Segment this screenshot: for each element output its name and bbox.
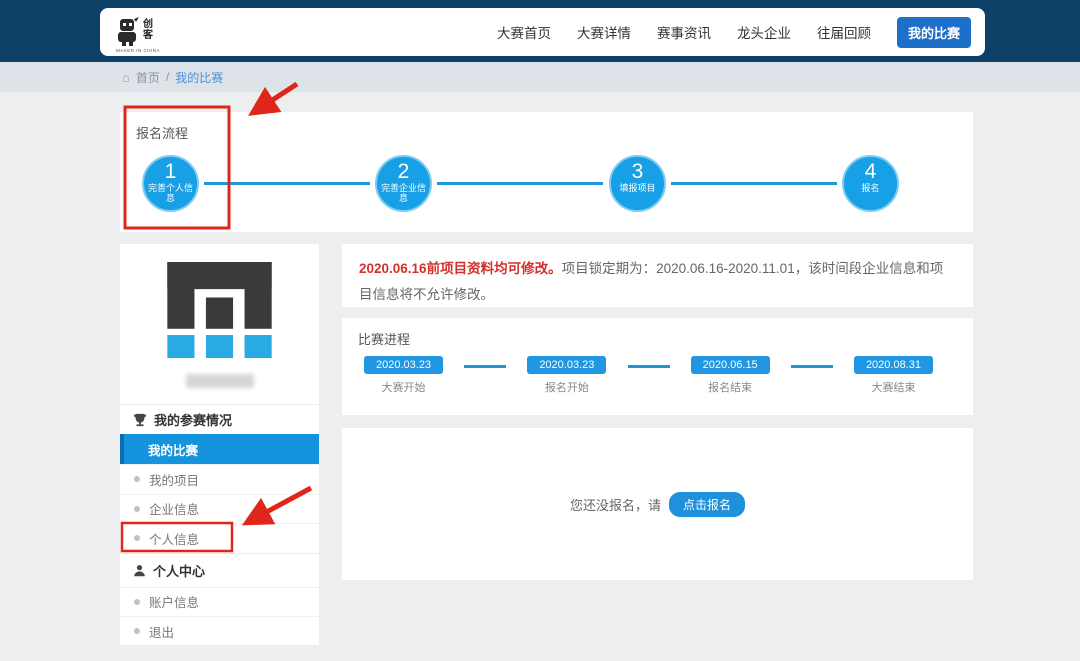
milestone-date: 2020.08.31 [854,356,933,374]
avatar [162,262,277,358]
milestone-label: 报名开始 [545,379,589,395]
milestone-label: 大赛结束 [871,379,915,395]
step-1: 1 完善个人信息 [142,155,199,212]
bullet-icon [134,535,140,541]
step-label: 完善个人信息 [144,183,197,203]
nav-item-enterprises[interactable]: 龙头企业 [737,22,791,42]
timeline-dash [628,365,670,368]
bullet-icon [134,628,140,634]
sidebar-item-label: 账户信息 [149,592,199,611]
registration-message: 您还没报名，请 [570,495,661,514]
step-3: 3 填报项目 [609,155,666,212]
milestone-label: 报名结束 [708,379,752,395]
registration-process-panel: 报名流程 1 完善个人信息 2 完善企业信息 3 填报项目 4 报名 [120,112,973,232]
breadcrumb-separator: / [166,70,169,84]
nav-item-review[interactable]: 往届回顾 [817,22,871,42]
maker-robot-icon [114,17,140,47]
sidebar-menu: 我的参赛情况 我的比赛 我的项目 企业信息 个人信息 个人中心 账户信息 [120,404,319,646]
site-logo[interactable]: 创客 [114,17,155,47]
step-4: 4 报名 [842,155,899,212]
sidebar-item-personal-info[interactable]: 个人信息 [120,523,319,553]
click-to-register-button[interactable]: 点击报名 [669,492,745,517]
milestone-date: 2020.03.23 [364,356,443,374]
my-match-button[interactable]: 我的比赛 [897,17,971,48]
step-label: 完善企业信息 [377,183,430,203]
milestone-date: 2020.03.23 [527,356,606,374]
step-number: 2 [377,161,430,182]
step-number: 1 [144,161,197,182]
sidebar-item-account-info[interactable]: 账户信息 [120,587,319,617]
bullet-icon [134,599,140,605]
user-icon [133,564,146,577]
timeline-dash [464,365,506,368]
bullet-icon [134,476,140,482]
step-connector [437,182,603,185]
timeline-title: 比赛进程 [358,329,410,348]
nav-item-home[interactable]: 大赛首页 [497,22,551,42]
nav-item-details[interactable]: 大赛详情 [577,22,631,42]
sidebar-item-logout[interactable]: 退出 [120,616,319,646]
step-connector [204,182,370,185]
registration-panel: 您还没报名，请 点击报名 [342,428,973,580]
milestone-signup-end: 2020.06.15 报名结束 [691,356,770,395]
breadcrumb-current: 我的比赛 [175,69,223,86]
sidebar-item-company-info[interactable]: 企业信息 [120,494,319,524]
sidebar-section-participation: 我的参赛情况 [120,404,319,434]
step-number: 4 [844,161,897,182]
sidebar-item-label: 企业信息 [149,499,199,518]
logo-tagline: MAKER IN CHINA [116,48,160,53]
timeline-dash [791,365,833,368]
username-redacted [186,374,254,388]
sidebar-section-title: 我的参赛情况 [154,410,232,429]
milestone-label: 大赛开始 [382,379,426,395]
sidebar-section-personal-center: 个人中心 [120,553,319,587]
sidebar-item-my-match[interactable]: 我的比赛 [120,434,319,464]
step-label: 报名 [844,183,897,193]
main-nav: 大赛首页 大赛详情 赛事资讯 龙头企业 往届回顾 我的比赛 [497,17,971,48]
sidebar: 我的参赛情况 我的比赛 我的项目 企业信息 个人信息 个人中心 账户信息 [120,244,319,645]
milestone-contest-end: 2020.08.31 大赛结束 [854,356,933,395]
nav-item-news[interactable]: 赛事资讯 [657,22,711,42]
step-2: 2 完善企业信息 [375,155,432,212]
bullet-icon [134,506,140,512]
sidebar-item-label: 个人信息 [149,529,199,548]
milestone-contest-start: 2020.03.23 大赛开始 [364,356,443,395]
sidebar-section-title: 个人中心 [153,561,205,580]
notice-panel: 2020.06.16前项目资料均可修改。项目锁定期为：2020.06.16-20… [342,244,973,307]
trophy-icon [133,413,147,427]
notice-highlight: 2020.06.16前项目资料均可修改。 [359,261,562,276]
step-connector [671,182,837,185]
milestone-date: 2020.06.15 [691,356,770,374]
breadcrumb: ⌂ 首页 / 我的比赛 [0,62,1080,92]
step-label: 填报项目 [611,183,664,193]
breadcrumb-home[interactable]: 首页 [136,69,160,86]
process-title: 报名流程 [136,123,188,142]
step-number: 3 [611,161,664,182]
logo-text: 创客 [143,19,155,41]
sidebar-item-label: 我的项目 [149,470,199,489]
timeline-panel: 比赛进程 2020.03.23 大赛开始 2020.03.23 报名开始 202… [342,318,973,415]
milestone-signup-start: 2020.03.23 报名开始 [527,356,606,395]
timeline-row: 2020.03.23 大赛开始 2020.03.23 报名开始 2020.06.… [364,356,933,395]
home-icon: ⌂ [122,70,130,85]
sidebar-item-label: 退出 [149,622,174,641]
header-navbar: 创客 MAKER IN CHINA 大赛首页 大赛详情 赛事资讯 龙头企业 往届… [100,8,985,56]
sidebar-item-my-project[interactable]: 我的项目 [120,464,319,494]
